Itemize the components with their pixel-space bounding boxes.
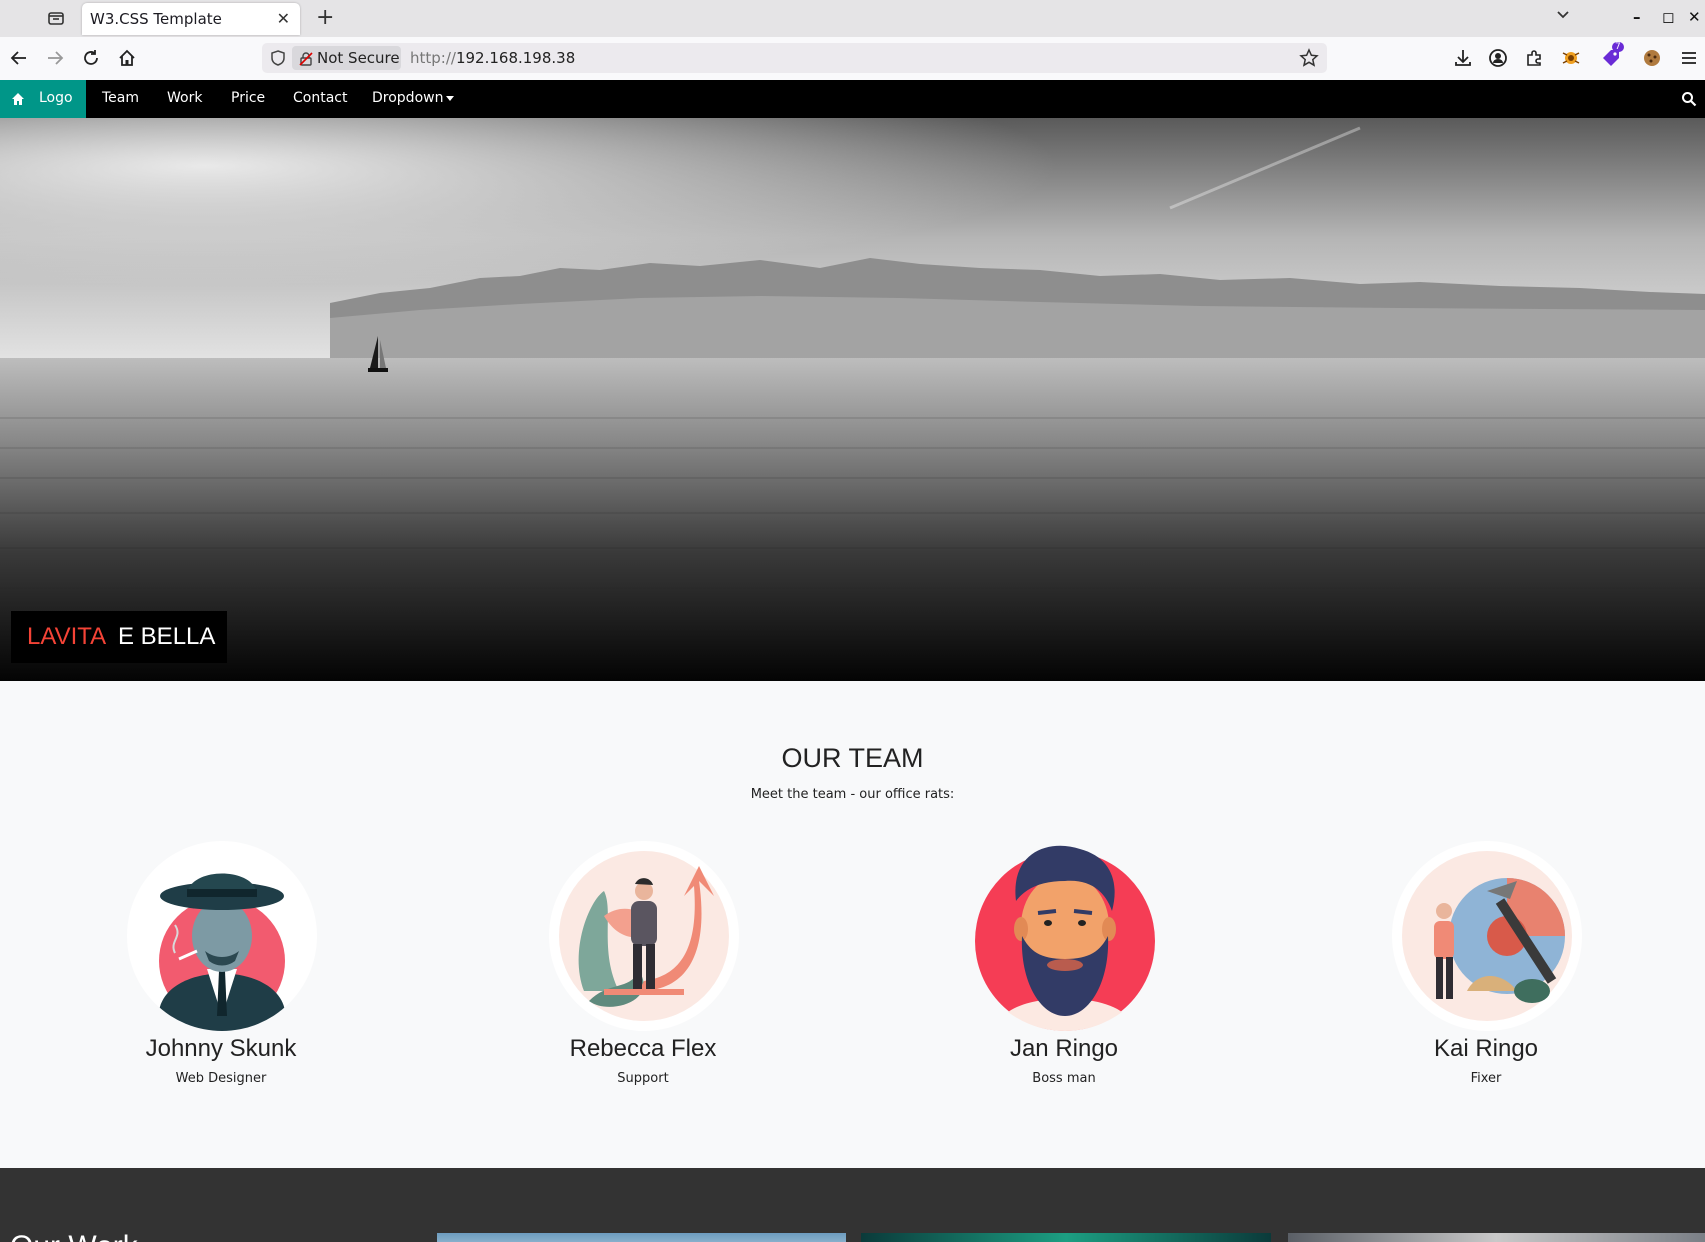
browser-tab-active[interactable]: W3.CSS Template ✕	[82, 3, 300, 35]
chevron-down-icon[interactable]	[1555, 7, 1571, 27]
dropdown-label: Dropdown	[372, 90, 444, 106]
team-member-card: Johnny Skunk Web Designer	[71, 841, 371, 1101]
site-navbar: Logo Team Work Price Contact Dropdown	[0, 80, 1705, 118]
nav-link-contact[interactable]: Contact	[293, 90, 347, 106]
home-icon[interactable]	[116, 47, 138, 69]
nav-link-work[interactable]: Work	[167, 90, 202, 106]
team-heading: OUR TEAM	[781, 743, 924, 773]
hero-image: LAVITA E BELLA	[0, 118, 1705, 681]
member-name: Kai Ringo	[1433, 1035, 1539, 1062]
avatar	[970, 841, 1160, 1031]
hero-title-box: LAVITA E BELLA	[11, 611, 227, 663]
team-section: OUR TEAM Meet the team - our office rats…	[0, 681, 1705, 1168]
url-scheme: http://	[410, 49, 456, 67]
back-icon[interactable]	[8, 47, 30, 69]
bookmark-star-icon[interactable]	[1299, 48, 1319, 68]
extension-tag-icon[interactable]: 7	[1600, 42, 1624, 69]
work-heading: Our Work	[10, 1230, 138, 1242]
extensions-icon[interactable]	[1523, 47, 1545, 69]
close-tab-icon[interactable]: ✕	[277, 9, 290, 28]
nav-link-price[interactable]: Price	[231, 90, 265, 106]
member-role: Fixer	[1470, 1071, 1502, 1086]
shield-icon[interactable]	[270, 50, 286, 66]
work-thumbnail[interactable]	[437, 1233, 846, 1242]
downloads-icon[interactable]	[1452, 47, 1474, 69]
nav-link-team[interactable]: Team	[102, 90, 139, 106]
address-bar[interactable]: Not Secure http://192.168.198.38	[262, 43, 1327, 73]
minimize-icon[interactable]: –	[1633, 8, 1641, 26]
menu-icon[interactable]	[1678, 47, 1700, 69]
team-member-card: Rebecca Flex Support	[493, 841, 793, 1101]
member-role: Web Designer	[175, 1071, 267, 1086]
logo-label: Logo	[39, 90, 73, 106]
avatar	[1392, 841, 1582, 1031]
url-text[interactable]: http://192.168.198.38	[410, 49, 575, 67]
security-label: Not Secure	[317, 49, 400, 67]
team-member-card: Jan Ringo Boss man	[914, 841, 1214, 1101]
logo-link[interactable]: Logo	[0, 80, 86, 118]
team-subtitle: Meet the team - our office rats:	[750, 787, 955, 802]
security-indicator[interactable]: Not Secure	[292, 46, 401, 70]
hero-title-white: E BELLA	[118, 623, 216, 650]
browser-tab-bar: W3.CSS Template ✕ + – ◻ ✕	[0, 0, 1705, 37]
insecure-lock-icon	[299, 51, 313, 66]
new-tab-icon[interactable]: +	[316, 5, 334, 30]
team-member-card: Kai Ringo Fixer	[1336, 841, 1636, 1101]
sea-landscape	[0, 118, 1705, 681]
home-icon	[11, 91, 25, 105]
work-thumbnail[interactable]	[861, 1233, 1271, 1242]
search-icon[interactable]	[1681, 91, 1697, 107]
extension-bug-icon[interactable]	[1560, 47, 1582, 69]
browser-toolbar: Not Secure http://192.168.198.38 7	[0, 37, 1705, 81]
member-role: Boss man	[1032, 1071, 1096, 1086]
close-window-icon[interactable]: ✕	[1688, 8, 1701, 26]
earth-core-illustration-icon	[1402, 851, 1572, 1021]
detective-avatar-icon	[159, 873, 285, 1031]
bearded-man-avatar-icon	[975, 845, 1155, 1031]
extension-badge: 7	[1612, 42, 1624, 52]
avatar	[549, 841, 739, 1031]
member-name: Rebecca Flex	[569, 1035, 717, 1062]
forward-icon[interactable]	[44, 47, 66, 69]
nav-dropdown[interactable]: Dropdown	[372, 90, 455, 106]
tab-title: W3.CSS Template	[90, 10, 222, 28]
member-name: Johnny Skunk	[145, 1035, 297, 1062]
tab-overview-icon[interactable]	[46, 8, 66, 28]
member-role: Support	[617, 1071, 669, 1086]
avatar	[127, 841, 317, 1031]
growth-illustration-icon	[559, 851, 729, 1021]
maximize-icon[interactable]: ◻	[1662, 8, 1674, 26]
hero-title-red: LAVITA	[27, 623, 107, 650]
work-section: Our Work	[0, 1168, 1705, 1242]
account-icon[interactable]	[1487, 47, 1509, 69]
cookie-icon[interactable]	[1641, 47, 1663, 69]
work-thumbnail[interactable]	[1288, 1233, 1705, 1242]
url-host: 192.168.198.38	[455, 49, 576, 67]
reload-icon[interactable]	[80, 47, 102, 69]
member-name: Jan Ringo	[1009, 1035, 1119, 1062]
caret-down-icon	[446, 95, 455, 101]
